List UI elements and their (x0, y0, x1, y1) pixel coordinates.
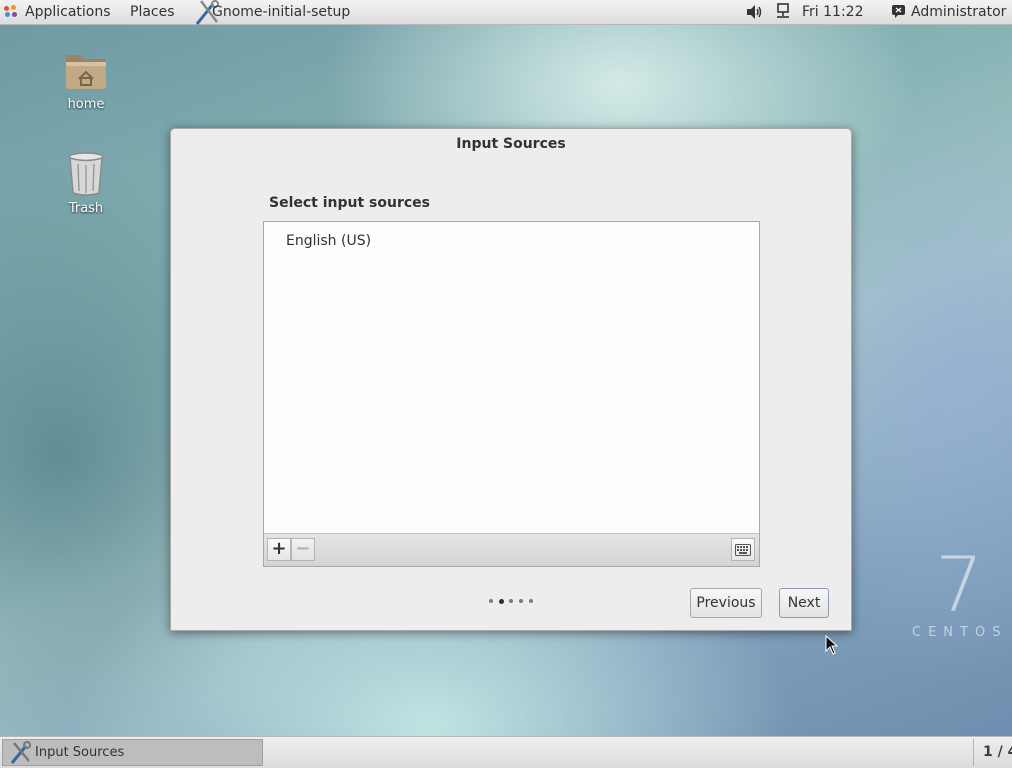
window-title: Input Sources (456, 136, 566, 152)
add-input-source-button[interactable]: + (267, 538, 291, 561)
user-menu[interactable]: Administrator (911, 0, 1006, 25)
input-sources-list-area[interactable]: English (US) (264, 222, 759, 533)
desktop-icon-home[interactable]: home (46, 49, 126, 112)
tools-icon (10, 741, 31, 764)
mouse-pointer-icon (825, 635, 839, 655)
list-toolbar: + − (264, 533, 759, 566)
next-button[interactable]: Next (779, 588, 829, 618)
desktop-icon-trash[interactable]: Trash (46, 149, 126, 216)
clock[interactable]: Fri 11:22 (802, 0, 863, 25)
section-label: Select input sources (269, 195, 431, 211)
centos-wordmark: CENTOS (912, 625, 1008, 640)
remove-input-source-button[interactable]: − (291, 538, 315, 561)
app-menu[interactable]: Gnome-initial-setup (212, 0, 350, 25)
top-panel: Applications Places Gnome-initial-setup … (0, 0, 1012, 25)
page-dot (499, 598, 504, 604)
window-list-item-label: Input Sources (35, 745, 125, 760)
page-dot (509, 599, 513, 603)
applications-menu[interactable]: Applications (25, 0, 111, 25)
workspace-indicator[interactable]: 1 / 4 (973, 739, 1012, 766)
centos-version-number: 7 (935, 540, 984, 629)
bottom-panel: Input Sources 1 / 4 (0, 736, 1012, 768)
page-dot (519, 599, 523, 603)
chat-status-icon (892, 5, 905, 18)
desktop-icon-label: home (67, 97, 105, 112)
page-dot (529, 599, 533, 603)
applications-menu-icon (4, 5, 18, 19)
keyboard-icon (735, 544, 751, 556)
keyboard-layout-button[interactable] (731, 538, 755, 561)
page-dot (489, 599, 493, 603)
volume-icon[interactable] (745, 3, 763, 21)
places-menu[interactable]: Places (130, 0, 175, 25)
list-item[interactable]: English (US) (286, 233, 371, 249)
previous-button[interactable]: Previous (690, 588, 762, 618)
input-sources-list: English (US) + − (263, 221, 760, 567)
window-list-item-input-sources[interactable]: Input Sources (2, 739, 263, 766)
desktop: home Trash 7 CENTOS Input Sources Select… (0, 25, 1012, 736)
initial-setup-window: Input Sources Select input sources Engli… (170, 128, 852, 631)
network-wired-icon[interactable] (775, 3, 791, 21)
trash-icon (68, 152, 104, 196)
home-folder-icon (66, 55, 106, 89)
desktop-icon-label: Trash (68, 201, 104, 216)
